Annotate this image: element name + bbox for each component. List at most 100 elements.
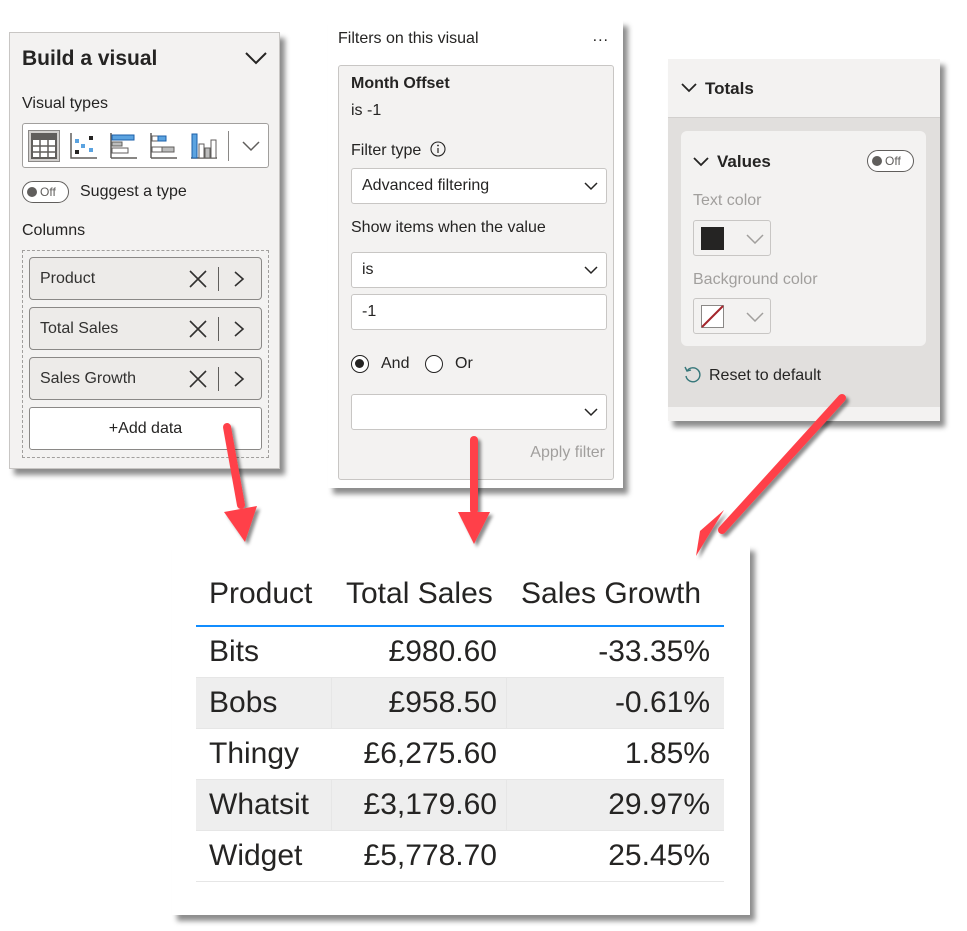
condition1-value-input[interactable]: -1 [351,294,607,330]
totals-label: Totals [705,79,754,98]
chevron-down-icon[interactable] [245,51,267,65]
column-divider [506,780,507,830]
cell-product: Bobs [209,686,278,719]
close-icon[interactable] [188,369,208,389]
cell-total-sales: £6,275.60 [363,737,497,770]
reset-to-default-button[interactable]: Reset to default [683,365,821,385]
divider [218,367,219,391]
divider [228,131,229,161]
or-label: Or [455,355,473,372]
cell-sales-growth: -33.35% [598,635,710,668]
filter-type-text: Filter type [351,142,422,159]
cell-sales-growth: 29.97% [608,788,710,821]
chevron-right-icon[interactable] [232,270,246,288]
text-color-picker[interactable] [693,220,771,256]
condition2-operator-dropdown[interactable] [351,394,607,430]
reset-label: Reset to default [709,367,822,384]
cell-total-sales: £958.50 [388,686,497,719]
table-row[interactable]: Bobs £958.50 -0.61% [196,678,724,729]
column-divider [506,678,507,728]
filter-card-month-offset: Month Offset is -1 Filter type Advanced … [338,65,614,480]
chevron-down-icon [584,408,598,417]
reset-icon [684,366,701,383]
divider [218,267,219,291]
values-label: Values [717,152,771,171]
column-divider [331,780,332,830]
chevron-down-icon [746,312,764,322]
arrow-totals-to-table [696,394,846,556]
visual-type-stacked-bar[interactable] [148,130,180,162]
columns-well: Product Total Sales Sales Growth +Add da… [22,250,269,458]
filters-header: Filters on this visual [338,30,479,47]
column-chart-icon [191,133,217,159]
table-row[interactable]: Whatsit £3,179.60 29.97% [196,780,724,831]
column-field-sales-growth[interactable]: Sales Growth [29,357,262,400]
toggle-knob [27,187,37,197]
close-icon[interactable] [188,319,208,339]
visual-type-column[interactable] [188,130,220,162]
chevron-right-icon[interactable] [232,320,246,338]
chevron-down-icon[interactable] [693,157,709,167]
toggle-knob [872,156,882,166]
toggle-state: Off [885,154,901,168]
chevron-down-icon [584,266,598,275]
columns-label: Columns [22,222,86,239]
build-visual-pane: Build a visual Visual types Off Suggest … [9,32,280,469]
field-name: Sales Growth [40,370,137,387]
visual-types-label: Visual types [22,95,108,112]
close-icon[interactable] [188,269,208,289]
apply-filter-button[interactable]: Apply filter [530,444,605,462]
table-row[interactable]: Widget £5,778.70 25.45% [196,831,724,882]
column-field-total-sales[interactable]: Total Sales [29,307,262,350]
table-visual: Product Total Sales Sales Growth Bits £98… [172,545,750,915]
condition1-operator-dropdown[interactable]: is [351,252,607,288]
data-table: Product Total Sales Sales Growth Bits £98… [196,565,724,882]
totals-section-header[interactable]: Totals [668,59,940,118]
show-items-label: Show items when the value [351,219,546,236]
divider [218,317,219,341]
clustered-bar-chart-icon [110,133,137,159]
stacked-bar-chart-icon [150,133,177,159]
format-totals-pane: Totals Values Off Text color Background … [668,59,940,421]
visual-type-scatter[interactable] [68,130,100,162]
cell-sales-growth: -0.61% [614,686,710,719]
visual-type-table[interactable] [28,130,60,162]
cell-total-sales: £5,778.70 [363,839,497,872]
column-header-product[interactable]: Product [209,577,312,611]
chevron-down-icon [584,182,598,191]
background-color-picker[interactable] [693,298,771,334]
color-swatch [701,227,724,250]
more-options-icon[interactable]: ... [593,28,609,46]
chevron-down-icon [681,83,697,93]
table-row[interactable]: Thingy £6,275.60 1.85% [196,729,724,780]
filter-type-label: Filter type [351,141,446,160]
suggest-type-label: Suggest a type [80,183,187,200]
filter-field-name: Month Offset [351,75,450,92]
cell-product: Thingy [209,737,300,770]
visual-type-clustered-bar[interactable] [108,130,140,162]
and-radio[interactable] [351,355,369,373]
column-header-sales-growth[interactable]: Sales Growth [521,577,701,611]
filter-type-dropdown[interactable]: Advanced filtering [351,168,607,204]
add-data-button[interactable]: +Add data [29,407,262,450]
input-value: -1 [362,303,377,320]
and-label: And [381,355,410,372]
no-color-swatch-icon [701,305,724,328]
suggest-type-toggle[interactable]: Off [22,181,69,203]
values-toggle[interactable]: Off [867,150,914,172]
visual-types-gallery [22,123,269,168]
or-radio[interactable] [425,355,443,373]
info-icon[interactable] [430,141,446,157]
table-row[interactable]: Bits £980.60 -33.35% [196,627,724,678]
column-field-product[interactable]: Product [29,257,262,300]
table-header-row: Product Total Sales Sales Growth [196,565,724,627]
field-name: Product [40,270,96,287]
values-card: Values Off Text color Background color [681,131,926,346]
scatter-chart-icon [70,133,97,159]
expand-visual-types-chevron-icon[interactable] [241,136,261,156]
dropdown-value: Advanced filtering [362,177,490,194]
chevron-right-icon[interactable] [232,370,246,388]
cell-product: Widget [209,839,303,872]
column-header-total-sales[interactable]: Total Sales [346,577,493,611]
pane-title: Build a visual [22,47,158,70]
